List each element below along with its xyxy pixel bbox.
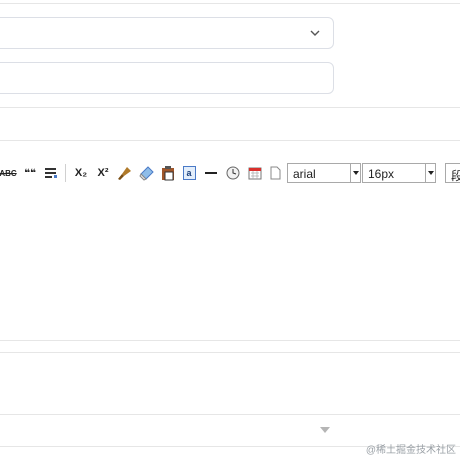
section-divider: [0, 140, 460, 141]
editor-toolbar: ABC ❝❝ X₂ X² a arial 16px 段: [0, 160, 460, 186]
paragraph-select[interactable]: 段: [445, 163, 460, 183]
calendar-icon: [248, 167, 262, 180]
eraser-icon: [138, 165, 154, 181]
paragraph-format-button[interactable]: [43, 165, 59, 181]
format-painter-button[interactable]: [116, 165, 132, 181]
dropdown-arrow-icon: [425, 164, 435, 182]
font-family-select[interactable]: arial: [287, 163, 361, 183]
date-button[interactable]: [247, 165, 263, 181]
watermark: @稀土掘金技术社区: [365, 445, 456, 456]
clipboard-icon: [162, 165, 174, 180]
chevron-down-icon: [310, 30, 320, 36]
anchor-icon: a: [182, 166, 196, 180]
editor-body[interactable]: [0, 188, 460, 340]
subscript-button[interactable]: X₂: [72, 165, 90, 181]
horizontal-rule-button[interactable]: [203, 165, 219, 181]
page-icon: [270, 166, 280, 180]
horizontal-rule-icon: [205, 172, 217, 174]
collapse-arrow-icon[interactable]: [320, 427, 330, 433]
strikethrough-button[interactable]: ABC: [0, 165, 17, 181]
brush-icon: [117, 166, 131, 180]
editor-bottom-divider: [0, 340, 460, 341]
font-size-select[interactable]: 16px: [362, 163, 436, 183]
paste-text-button[interactable]: [160, 165, 176, 181]
clear-format-button[interactable]: [138, 165, 154, 181]
title-input[interactable]: [0, 62, 334, 94]
category-select[interactable]: [0, 17, 334, 49]
align-icon: [44, 168, 57, 178]
top-divider: [0, 3, 460, 4]
time-button[interactable]: [225, 165, 241, 181]
section-divider: [0, 107, 460, 108]
section-divider: [0, 352, 460, 353]
page-break-button[interactable]: [268, 165, 282, 181]
anchor-button[interactable]: a: [182, 165, 196, 181]
toolbar-separator: [65, 164, 66, 182]
dropdown-arrow-icon: [350, 164, 360, 182]
section-divider: [0, 414, 460, 415]
superscript-button[interactable]: X²: [94, 165, 112, 181]
blockquote-button[interactable]: ❝❝: [22, 165, 38, 181]
clock-icon: [226, 166, 240, 180]
